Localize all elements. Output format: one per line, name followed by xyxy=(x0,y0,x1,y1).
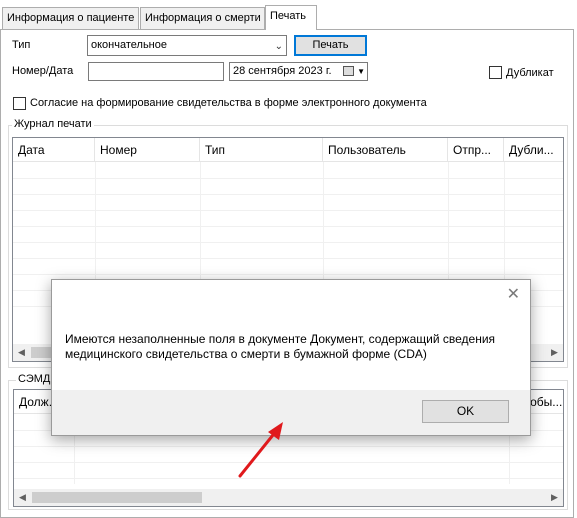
grid-row-line xyxy=(13,274,563,275)
message-dialog: ✕ Имеются незаполненные поля в документе… xyxy=(51,279,531,436)
column-user[interactable]: Пользователь xyxy=(323,138,448,162)
grid-row-line xyxy=(13,178,563,179)
tab-strip: Информация о пациенте Информация о смерт… xyxy=(0,0,577,30)
semd-hscrollbar[interactable]: ◀ ▶ xyxy=(14,489,563,506)
caret-down-icon: ▼ xyxy=(357,67,365,76)
number-date-label: Номер/Дата xyxy=(12,65,74,77)
close-icon[interactable]: ✕ xyxy=(507,284,520,304)
semd-title: СЭМД xyxy=(16,373,53,385)
column-number[interactable]: Номер xyxy=(95,138,200,162)
type-select-value: окончательное xyxy=(91,39,167,51)
print-button[interactable]: Печать xyxy=(294,35,367,56)
date-picker[interactable]: 28 сентября 2023 г. ▼ xyxy=(229,62,368,81)
date-picker-value: 28 сентября 2023 г. xyxy=(233,65,332,77)
type-label: Тип xyxy=(12,39,31,51)
grid-row-line xyxy=(13,194,563,195)
tab-death-info[interactable]: Информация о смерти xyxy=(140,7,265,29)
grid-header: Дата Номер Тип Пользователь Отпр... Дубл… xyxy=(13,138,563,162)
column-sent[interactable]: Отпр... xyxy=(448,138,504,162)
scroll-right-icon[interactable]: ▶ xyxy=(546,489,563,506)
scroll-right-icon[interactable]: ▶ xyxy=(546,344,563,361)
chevron-down-icon: ⌄ xyxy=(274,41,283,52)
grid-row-line xyxy=(13,210,563,211)
scroll-thumb[interactable] xyxy=(32,492,202,503)
grid-row-line xyxy=(13,226,563,227)
annotation-arrow-icon xyxy=(238,422,283,478)
grid-row-line xyxy=(13,258,563,259)
calendar-icon xyxy=(343,66,354,76)
duplicate-checkbox[interactable] xyxy=(489,66,502,79)
tab-patient-info[interactable]: Информация о пациенте xyxy=(2,7,139,29)
consent-checkbox[interactable] xyxy=(13,97,26,110)
scroll-left-icon[interactable]: ◀ xyxy=(14,489,31,506)
number-input[interactable] xyxy=(88,62,224,81)
dialog-message: Имеются незаполненные поля в документе Д… xyxy=(65,332,496,361)
grid-row-line xyxy=(13,242,563,243)
ok-button[interactable]: OK xyxy=(422,400,509,423)
scroll-left-icon[interactable]: ◀ xyxy=(13,344,30,361)
consent-label: Согласие на формирование свидетельства в… xyxy=(30,97,427,109)
column-type[interactable]: Тип xyxy=(200,138,323,162)
type-select[interactable]: окончательное ⌄ xyxy=(87,35,287,56)
print-journal-title: Журнал печати xyxy=(12,118,94,130)
duplicate-label: Дубликат xyxy=(506,67,554,79)
column-duplicate[interactable]: Дубли... xyxy=(504,138,563,162)
column-date[interactable]: Дата xyxy=(13,138,95,162)
tab-print[interactable]: Печать xyxy=(265,5,317,30)
